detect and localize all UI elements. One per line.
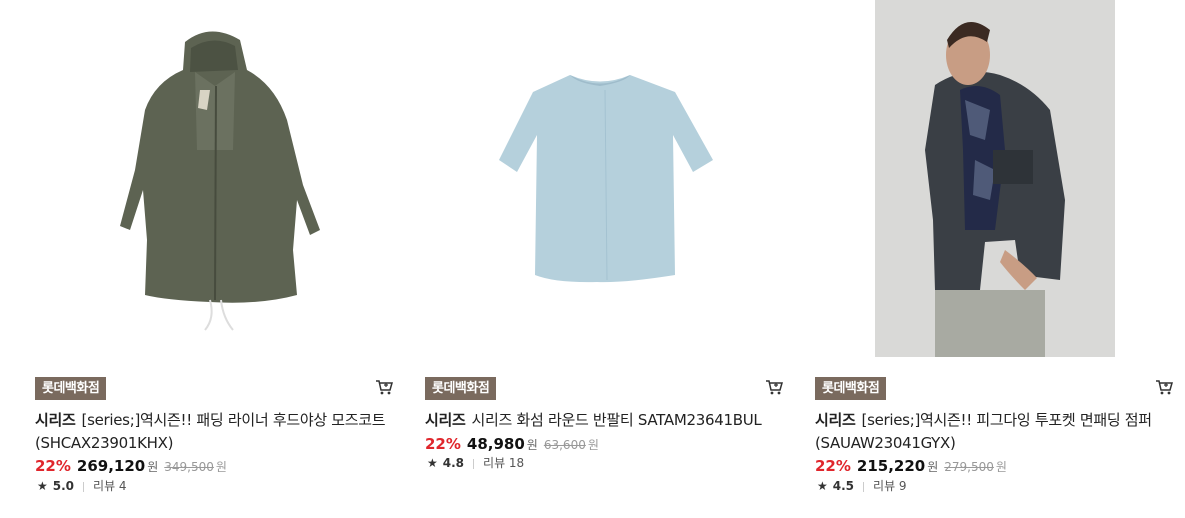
product-name: [series;]역시즌!! 피그다잉 투포켓 면패딩 점퍼 (SAUAW230…: [815, 411, 1152, 452]
divider: [863, 481, 865, 492]
original-price: 63,600: [543, 438, 586, 452]
divider: [83, 481, 85, 492]
brand-name: 시리즈: [425, 411, 466, 429]
product-image[interactable]: [425, 0, 785, 360]
review-count: 리뷰 4: [93, 479, 127, 493]
currency-unit: 원: [927, 460, 939, 474]
sale-price: 48,980: [466, 435, 525, 453]
original-price: 349,500: [164, 460, 214, 474]
brand-name: 시리즈: [815, 411, 856, 429]
rating-row: ★ 5.0 리뷰 4: [37, 477, 127, 495]
rating-row: ★ 4.8 리뷰 18: [427, 454, 524, 472]
rating-score: 5.0: [52, 479, 75, 493]
review-count: 리뷰 18: [483, 456, 525, 470]
discount-rate: 22%: [815, 457, 851, 475]
cart-icon[interactable]: [1155, 378, 1173, 396]
price-row: 22% 48,980 원 63,600 원: [425, 434, 599, 455]
cart-icon[interactable]: [765, 378, 783, 396]
original-price: 279,500: [944, 460, 994, 474]
discount-rate: 22%: [425, 435, 461, 453]
rating-score: 4.5: [832, 479, 855, 493]
currency-unit: 원: [995, 460, 1007, 474]
product-title[interactable]: 시리즈 [series;]역시즌!! 패딩 라이너 후드야상 모즈코트 (SHCA…: [35, 409, 397, 455]
product-card[interactable]: 롯데백화점 시리즈 시리즈 화섬 라운드 반팔티 SATAM23641BUL 22…: [425, 0, 785, 518]
currency-unit: 원: [587, 438, 599, 452]
store-badge: 롯데백화점: [35, 377, 107, 400]
review-count: 리뷰 9: [873, 479, 907, 493]
product-name: [series;]역시즌!! 패딩 라이너 후드야상 모즈코트 (SHCAX23…: [35, 411, 386, 452]
star-icon: ★: [817, 479, 828, 493]
divider: [473, 458, 475, 469]
store-badge: 롯데백화점: [815, 377, 887, 400]
sale-price: 215,220: [856, 457, 926, 475]
price-row: 22% 269,120 원 349,500 원: [35, 456, 227, 477]
product-title[interactable]: 시리즈 시리즈 화섬 라운드 반팔티 SATAM23641BUL: [425, 409, 787, 432]
product-card[interactable]: 롯데백화점 시리즈 [series;]역시즌!! 패딩 라이너 후드야상 모즈코트…: [35, 0, 395, 518]
coat-image: [120, 31, 320, 331]
product-image[interactable]: [815, 0, 1175, 360]
tshirt-image: [499, 75, 713, 283]
model-jacket-photo: [875, 0, 1115, 357]
discount-rate: 22%: [35, 457, 71, 475]
product-title[interactable]: 시리즈 [series;]역시즌!! 피그다잉 투포켓 면패딩 점퍼 (SAUAW…: [815, 409, 1177, 455]
product-card[interactable]: 롯데백화점 시리즈 [series;]역시즌!! 피그다잉 투포켓 면패딩 점퍼 …: [815, 0, 1175, 518]
currency-unit: 원: [526, 438, 538, 452]
brand-name: 시리즈: [35, 411, 76, 429]
star-icon: ★: [427, 456, 438, 470]
store-badge: 롯데백화점: [425, 377, 497, 400]
price-row: 22% 215,220 원 279,500 원: [815, 456, 1007, 477]
cart-icon[interactable]: [375, 378, 393, 396]
star-icon: ★: [37, 479, 48, 493]
rating-score: 4.8: [442, 456, 465, 470]
product-image[interactable]: [35, 0, 395, 360]
sale-price: 269,120: [76, 457, 146, 475]
rating-row: ★ 4.5 리뷰 9: [817, 477, 907, 495]
currency-unit: 원: [147, 460, 159, 474]
product-name: 시리즈 화섬 라운드 반팔티 SATAM23641BUL: [471, 411, 762, 429]
currency-unit: 원: [215, 460, 227, 474]
